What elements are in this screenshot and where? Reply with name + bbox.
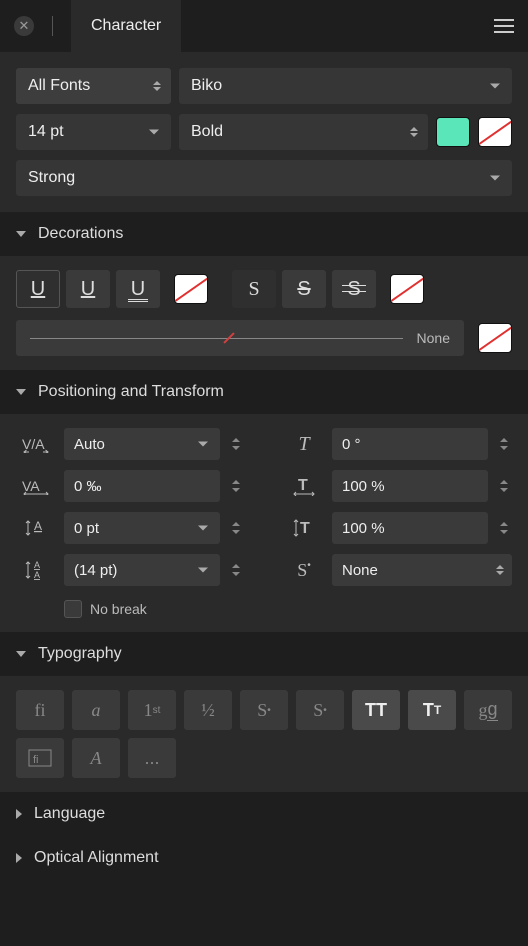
caps-icon: S• (284, 560, 324, 581)
section-header-typography[interactable]: Typography (0, 632, 528, 676)
no-break-checkbox[interactable] (64, 600, 82, 618)
underline-single-button[interactable]: U (16, 270, 60, 308)
ligatures-button[interactable]: fi (16, 690, 64, 730)
caret-closed-icon (16, 853, 22, 863)
svg-text:A: A (34, 519, 42, 533)
caret-open-icon (16, 389, 26, 395)
svg-text:A: A (34, 570, 40, 580)
hscale-input[interactable]: 100 % (332, 470, 488, 502)
stroke-color-swatch[interactable] (478, 117, 512, 147)
section-title: Optical Alignment (34, 849, 159, 867)
font-collection-select[interactable]: All Fonts (16, 68, 171, 104)
font-family-select[interactable]: Biko (179, 68, 512, 104)
svg-text:A: A (34, 560, 40, 570)
svg-text:fi: fi (33, 754, 39, 766)
section-header-language[interactable]: Language (0, 792, 528, 836)
divider (52, 16, 53, 36)
allcaps-button[interactable]: TT (352, 690, 400, 730)
ordinals-button[interactable]: 1st (128, 690, 176, 730)
tab-label: Character (91, 17, 161, 35)
underline-double-button[interactable]: U (116, 270, 160, 308)
contextual-alt-button[interactable]: a (72, 690, 120, 730)
caret-open-icon (16, 651, 26, 657)
baseline-input[interactable]: 0 pt (64, 512, 220, 544)
vscale-input[interactable]: 100 % (332, 512, 488, 544)
decoration-stroke-color-swatch[interactable] (478, 323, 512, 353)
swash-button[interactable]: A (72, 738, 120, 778)
panel-menu-button[interactable] (494, 19, 514, 33)
section-title: Language (34, 805, 105, 823)
kerning-input[interactable]: Auto (64, 428, 220, 460)
chevron-updown-icon (153, 81, 161, 91)
strike-color-swatch[interactable] (390, 274, 424, 304)
caret-closed-icon (16, 809, 22, 819)
strike-double-button[interactable]: S (332, 270, 376, 308)
strike-none-button[interactable]: S (232, 270, 276, 308)
hscale-icon: T (284, 476, 324, 496)
section-header-positioning[interactable]: Positioning and Transform (0, 370, 528, 414)
section-title: Decorations (38, 225, 123, 243)
underline-single-alt-button[interactable]: U (66, 270, 110, 308)
no-break-label: No break (90, 601, 147, 617)
stroke-style-select[interactable]: None (16, 320, 464, 356)
caps-select[interactable]: None (332, 554, 512, 586)
svg-text:T: T (298, 477, 308, 494)
smallcaps-button[interactable]: TT (408, 690, 456, 730)
section-title: Positioning and Transform (38, 383, 224, 401)
stylistic-set-button[interactable]: gg (464, 690, 512, 730)
svg-text:VA: VA (22, 478, 40, 494)
font-style-value: Bold (191, 123, 223, 141)
font-size-select[interactable]: 14 pt (16, 114, 171, 150)
fill-color-swatch[interactable] (436, 117, 470, 147)
leading-icon: AA (16, 559, 56, 581)
shear-stepper[interactable] (496, 438, 512, 450)
strike-single-button[interactable]: S (282, 270, 326, 308)
kerning-icon: V/A (16, 435, 56, 453)
svg-text:V/A: V/A (22, 436, 45, 452)
section-title: Typography (38, 645, 122, 663)
vscale-stepper[interactable] (496, 522, 512, 534)
chevron-down-icon (490, 84, 500, 89)
leading-input[interactable]: (14 pt) (64, 554, 220, 586)
font-style-select[interactable]: Bold (179, 114, 428, 150)
section-header-optical[interactable]: Optical Alignment (0, 836, 528, 880)
shear-input[interactable]: 0 ° (332, 428, 488, 460)
close-panel-button[interactable]: ✕ (14, 16, 34, 36)
caret-open-icon (16, 231, 26, 237)
character-style-value: Strong (28, 169, 75, 187)
superscript-button[interactable]: S• (240, 690, 288, 730)
chevron-down-icon (490, 176, 500, 181)
tabular-figures-button[interactable]: fi (16, 738, 64, 778)
leading-stepper[interactable] (228, 564, 244, 576)
stroke-style-value: None (417, 330, 464, 346)
chevron-down-icon (149, 130, 159, 135)
typography-more-button[interactable]: ... (128, 738, 176, 778)
kerning-stepper[interactable] (228, 438, 244, 450)
font-size-value: 14 pt (28, 123, 64, 141)
shear-icon: T (284, 433, 324, 456)
tracking-input[interactable]: 0 ‰ (64, 470, 220, 502)
fractions-button[interactable]: ½ (184, 690, 232, 730)
baseline-icon: A (16, 518, 56, 538)
chevron-down-icon (198, 442, 208, 447)
svg-text:T: T (300, 520, 310, 537)
section-header-decorations[interactable]: Decorations (0, 212, 528, 256)
baseline-stepper[interactable] (228, 522, 244, 534)
underline-color-swatch[interactable] (174, 274, 208, 304)
tracking-icon: VA (16, 477, 56, 495)
subscript-button[interactable]: S• (296, 690, 344, 730)
chevron-down-icon (198, 568, 208, 573)
chevron-updown-icon (496, 565, 504, 575)
vscale-icon: T (284, 517, 324, 539)
chevron-down-icon (198, 526, 208, 531)
tracking-stepper[interactable] (228, 480, 244, 492)
font-collection-value: All Fonts (28, 77, 90, 95)
font-family-value: Biko (191, 77, 222, 95)
chevron-updown-icon (410, 127, 418, 137)
tab-character[interactable]: Character (71, 0, 181, 52)
hscale-stepper[interactable] (496, 480, 512, 492)
character-style-select[interactable]: Strong (16, 160, 512, 196)
